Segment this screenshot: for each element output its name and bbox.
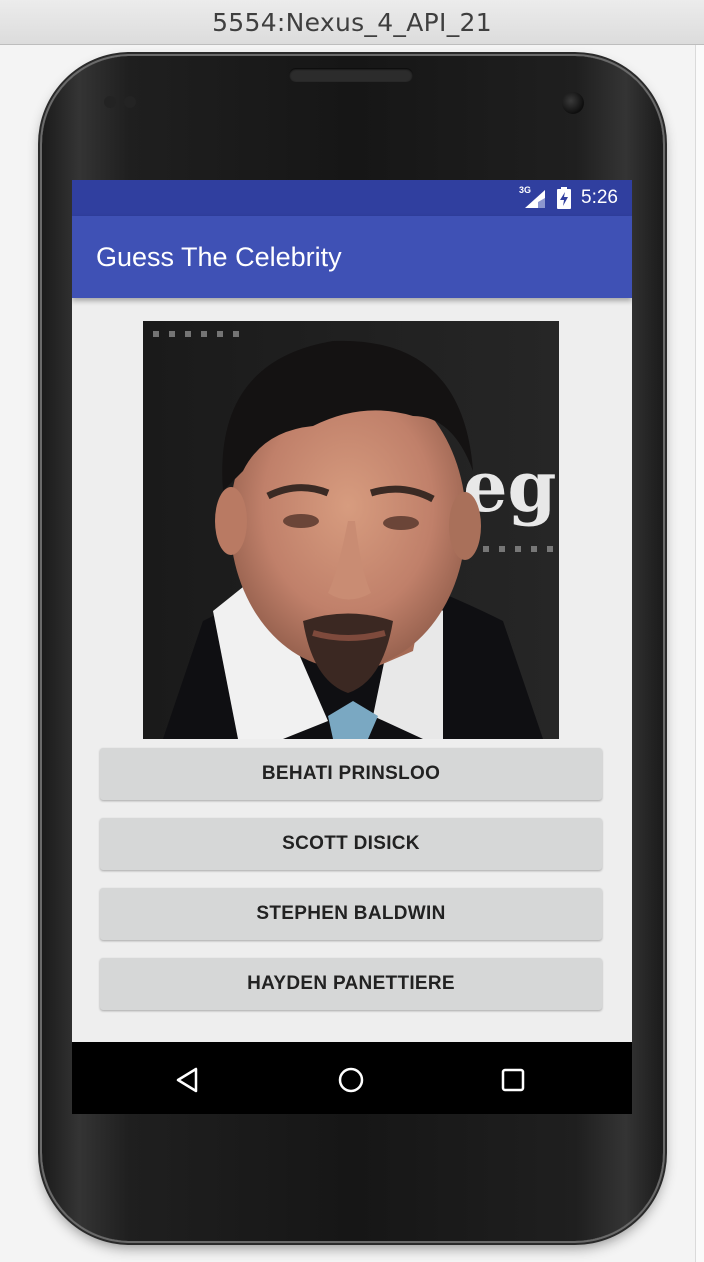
front-camera-icon — [562, 92, 584, 114]
navigation-bar — [72, 1042, 632, 1114]
answer-button-3[interactable]: STEPHEN BALDWIN — [100, 888, 602, 940]
window-title-bar: 5554:Nexus_4_API_21 — [0, 0, 704, 45]
battery-charging-icon — [557, 187, 572, 209]
answer-button-4[interactable]: HAYDEN PANETTIERE — [100, 958, 602, 1010]
status-bar: 3G 5:26 — [72, 180, 632, 216]
back-icon[interactable] — [172, 1064, 204, 1096]
window-title: 5554:Nexus_4_API_21 — [212, 7, 492, 37]
recents-icon[interactable] — [497, 1064, 529, 1096]
app-bar: Guess The Celebrity — [72, 216, 632, 298]
celebrity-photo: eg — [143, 321, 559, 739]
home-icon[interactable] — [335, 1064, 367, 1096]
proximity-sensors — [104, 96, 136, 108]
earpiece-speaker — [289, 68, 413, 82]
status-time: 5:26 — [581, 187, 618, 208]
app-title: Guess The Celebrity — [96, 241, 342, 272]
answer-button-1[interactable]: BEHATI PRINSLOO — [100, 748, 602, 800]
answer-button-2[interactable]: SCOTT DISICK — [100, 818, 602, 870]
window-right-edge — [695, 45, 704, 1262]
phone-screen: 3G 5:26 Guess The Celebrity eg BEHATI PR… — [72, 180, 632, 1114]
signal-icon: 3G — [519, 185, 547, 209]
